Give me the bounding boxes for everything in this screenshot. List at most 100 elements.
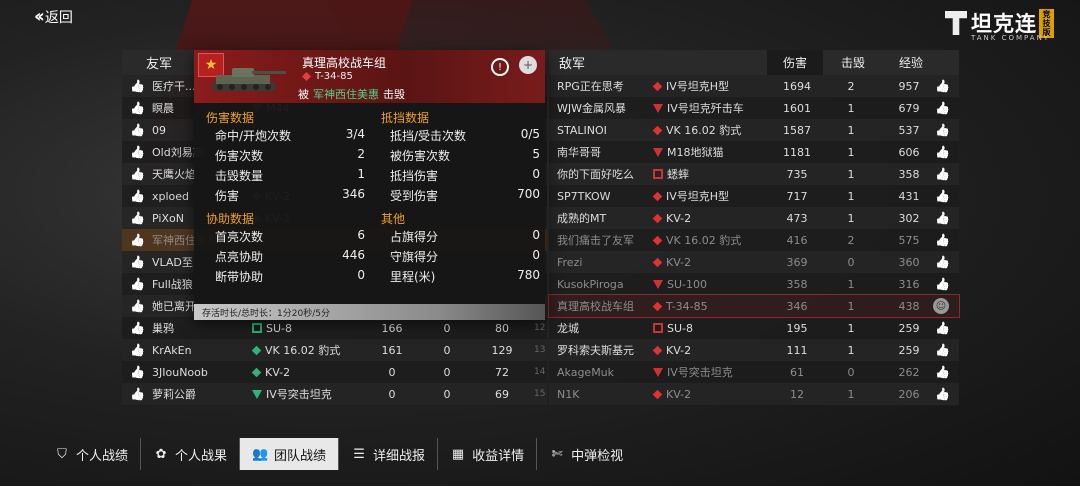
- thumbs-up-icon[interactable]: 👍: [130, 233, 145, 247]
- damage-value: 0: [388, 387, 396, 401]
- nav-tab-3[interactable]: ☰ 详细战报: [339, 438, 439, 470]
- enemy-row[interactable]: WJW金属风暴 IV号坦克歼击车 1601 1 679 👍: [549, 97, 959, 119]
- stat-value: 0: [532, 228, 540, 242]
- thumbs-up-icon[interactable]: 👍: [130, 255, 145, 269]
- tank-name: 蟋蟀: [667, 168, 689, 181]
- thumbs-up-icon[interactable]: 👍: [935, 167, 950, 181]
- ally-row[interactable]: 👍 KrAkEn VK 16.02 豹式 161 0 129 13: [122, 339, 547, 361]
- enemy-row[interactable]: 真理高校战车组 T-34-85 346 1 438 ☺: [548, 294, 960, 318]
- thumbs-up-icon[interactable]: 👍: [130, 167, 145, 181]
- nav-tab-4[interactable]: ▦ 收益详情: [438, 438, 538, 470]
- logo-emblem-icon: [945, 11, 967, 35]
- stat-value: 700: [517, 187, 540, 201]
- nav-tab-1[interactable]: ✿ 个人战果: [141, 438, 241, 470]
- enemy-row[interactable]: 龙城 SU-8 195 1 259 👍: [549, 317, 959, 339]
- damage-value: 111: [786, 343, 808, 357]
- player-name: 龙城: [557, 322, 579, 335]
- damage-value: 0: [388, 365, 396, 379]
- thumbs-up-icon[interactable]: 👍: [935, 343, 950, 357]
- enemy-row[interactable]: KusokPiroga SU-100 358 1 316 👍: [549, 273, 959, 295]
- thumbs-up-icon[interactable]: 👍: [130, 343, 145, 357]
- enemy-row[interactable]: RPG正在思考 IV号坦克H型 1694 2 957 👍: [549, 75, 959, 97]
- enemy-rows: RPG正在思考 IV号坦克H型 1694 2 957 👍 WJW金属风暴 IV号坦克歼击车 16…: [548, 75, 960, 405]
- thumbs-up-icon[interactable]: 👍: [935, 123, 950, 137]
- enemy-row[interactable]: 我们痛击了友军 VK 16.02 豹式 416 2 575 👍: [549, 229, 959, 251]
- thumbs-up-icon[interactable]: 👍: [130, 365, 145, 379]
- thumbs-up-icon[interactable]: 👍: [935, 145, 950, 159]
- stat-label: 抵挡伤害: [390, 169, 439, 183]
- add-friend-icon[interactable]: +: [519, 56, 537, 74]
- td-tank-icon: [653, 147, 663, 157]
- thumbs-up-icon[interactable]: 👍: [130, 211, 145, 225]
- enemy-row[interactable]: 南华哥哥 M18地狱猫 1181 1 606 👍: [549, 141, 959, 163]
- enemy-row[interactable]: STALINOI VK 16.02 豹式 1587 1 537 👍: [549, 119, 959, 141]
- avatar-icon[interactable]: ☺: [933, 298, 949, 314]
- light-tank-icon: [653, 323, 663, 333]
- player-detail-popup: ★ 真理高校战车组 T-34-85 被军神西住美惠 击毁 ! + 伤害数据 抵挡数…: [194, 50, 545, 320]
- enemy-row[interactable]: AkageMuk IV号突击坦克 61 0 262 👍: [549, 361, 959, 383]
- report-icon[interactable]: !: [491, 58, 509, 76]
- thumbs-up-icon[interactable]: 👍: [130, 321, 145, 335]
- thumbs-up-icon[interactable]: 👍: [935, 101, 950, 115]
- thumbs-up-icon[interactable]: 👍: [935, 255, 950, 269]
- thumbs-up-icon[interactable]: 👍: [935, 189, 950, 203]
- tank-name: SU-100: [667, 277, 707, 291]
- nav-tab-2[interactable]: 👥 团队战绩: [240, 438, 340, 470]
- enemy-row[interactable]: 你的下面好吃么 蟋蟀 735 1 358 👍: [549, 163, 959, 185]
- thumbs-up-icon[interactable]: 👍: [130, 79, 145, 93]
- thumbs-up-icon[interactable]: 👍: [935, 277, 950, 291]
- killer-name[interactable]: 军神西住美惠: [313, 88, 379, 101]
- tank-name: VK 16.02 豹式: [666, 124, 742, 137]
- back-label: 返回: [44, 9, 73, 26]
- enemy-row[interactable]: N1K KV-2 12 1 206 👍: [549, 383, 959, 405]
- enemy-row[interactable]: Frezi KV-2 369 0 360 👍: [549, 251, 959, 273]
- thumbs-up-icon[interactable]: 👍: [935, 233, 950, 247]
- exp-value: 80: [495, 321, 509, 335]
- td-tank-icon: [653, 279, 663, 289]
- thumbs-up-icon[interactable]: 👍: [130, 299, 145, 313]
- nav-tab-0[interactable]: ⛉ 个人战绩: [42, 438, 142, 470]
- thumbs-up-icon[interactable]: 👍: [935, 365, 950, 379]
- damage-value: 1601: [783, 101, 811, 115]
- stat-value: 0: [357, 268, 365, 282]
- stat-label: 点亮协助: [215, 250, 264, 264]
- exp-value: 431: [898, 189, 920, 203]
- thumbs-up-icon[interactable]: 👍: [130, 123, 145, 137]
- sort-damage-tab[interactable]: 伤害: [767, 50, 823, 75]
- nav-tab-label: 中弹检视: [571, 448, 624, 464]
- sort-kills-tab[interactable]: 击毁: [825, 50, 881, 75]
- exp-value: 72: [495, 365, 509, 379]
- enemy-row[interactable]: 成熟的MT KV-2 473 1 302 👍: [549, 207, 959, 229]
- tank-cell: SU-100: [653, 278, 783, 291]
- player-name: 我们痛击了友军: [557, 234, 634, 247]
- block-section-title: 抵挡数据: [381, 111, 430, 125]
- stat-label: 击毁数量: [215, 169, 264, 183]
- back-button[interactable]: ‹‹ 返回: [34, 6, 73, 27]
- stat-value: 346: [342, 187, 365, 201]
- tank-name: SU-8: [266, 321, 293, 335]
- tank-name: KV-2: [666, 255, 692, 269]
- thumbs-up-icon[interactable]: 👍: [130, 145, 145, 159]
- nav-tab-label: 收益详情: [472, 448, 525, 464]
- thumbs-up-icon[interactable]: 👍: [130, 189, 145, 203]
- thumbs-up-icon[interactable]: 👍: [130, 277, 145, 291]
- ally-row[interactable]: 👍 巢鸦 SU-8 166 0 80 12: [122, 317, 547, 339]
- ally-row[interactable]: 👍 3JIouNoob KV-2 0 0 72 14: [122, 361, 547, 383]
- player-name: SP7TKOW: [557, 189, 611, 203]
- exp-value: 606: [898, 145, 920, 159]
- enemy-row[interactable]: SP7TKOW IV号坦克H型 717 1 431 👍: [549, 185, 959, 207]
- sort-exp-tab[interactable]: 经验: [883, 50, 939, 75]
- ally-row[interactable]: 👍 萝莉公爵 IV号突击坦克 0 0 69 15: [122, 383, 547, 405]
- exp-value: 537: [898, 123, 920, 137]
- exp-value: 438: [898, 299, 920, 313]
- thumbs-up-icon[interactable]: 👍: [935, 321, 950, 335]
- nav-tab-5[interactable]: ✄ 中弹检视: [537, 438, 635, 470]
- thumbs-up-icon[interactable]: 👍: [935, 79, 950, 93]
- damage-value: 346: [786, 299, 808, 313]
- player-name: 3JIouNoob: [152, 365, 208, 379]
- thumbs-up-icon[interactable]: 👍: [935, 387, 950, 401]
- thumbs-up-icon[interactable]: 👍: [935, 211, 950, 225]
- thumbs-up-icon[interactable]: 👍: [130, 387, 145, 401]
- thumbs-up-icon[interactable]: 👍: [130, 101, 145, 115]
- enemy-row[interactable]: 罗科索夫斯基元 KV-2 111 1 259 👍: [549, 339, 959, 361]
